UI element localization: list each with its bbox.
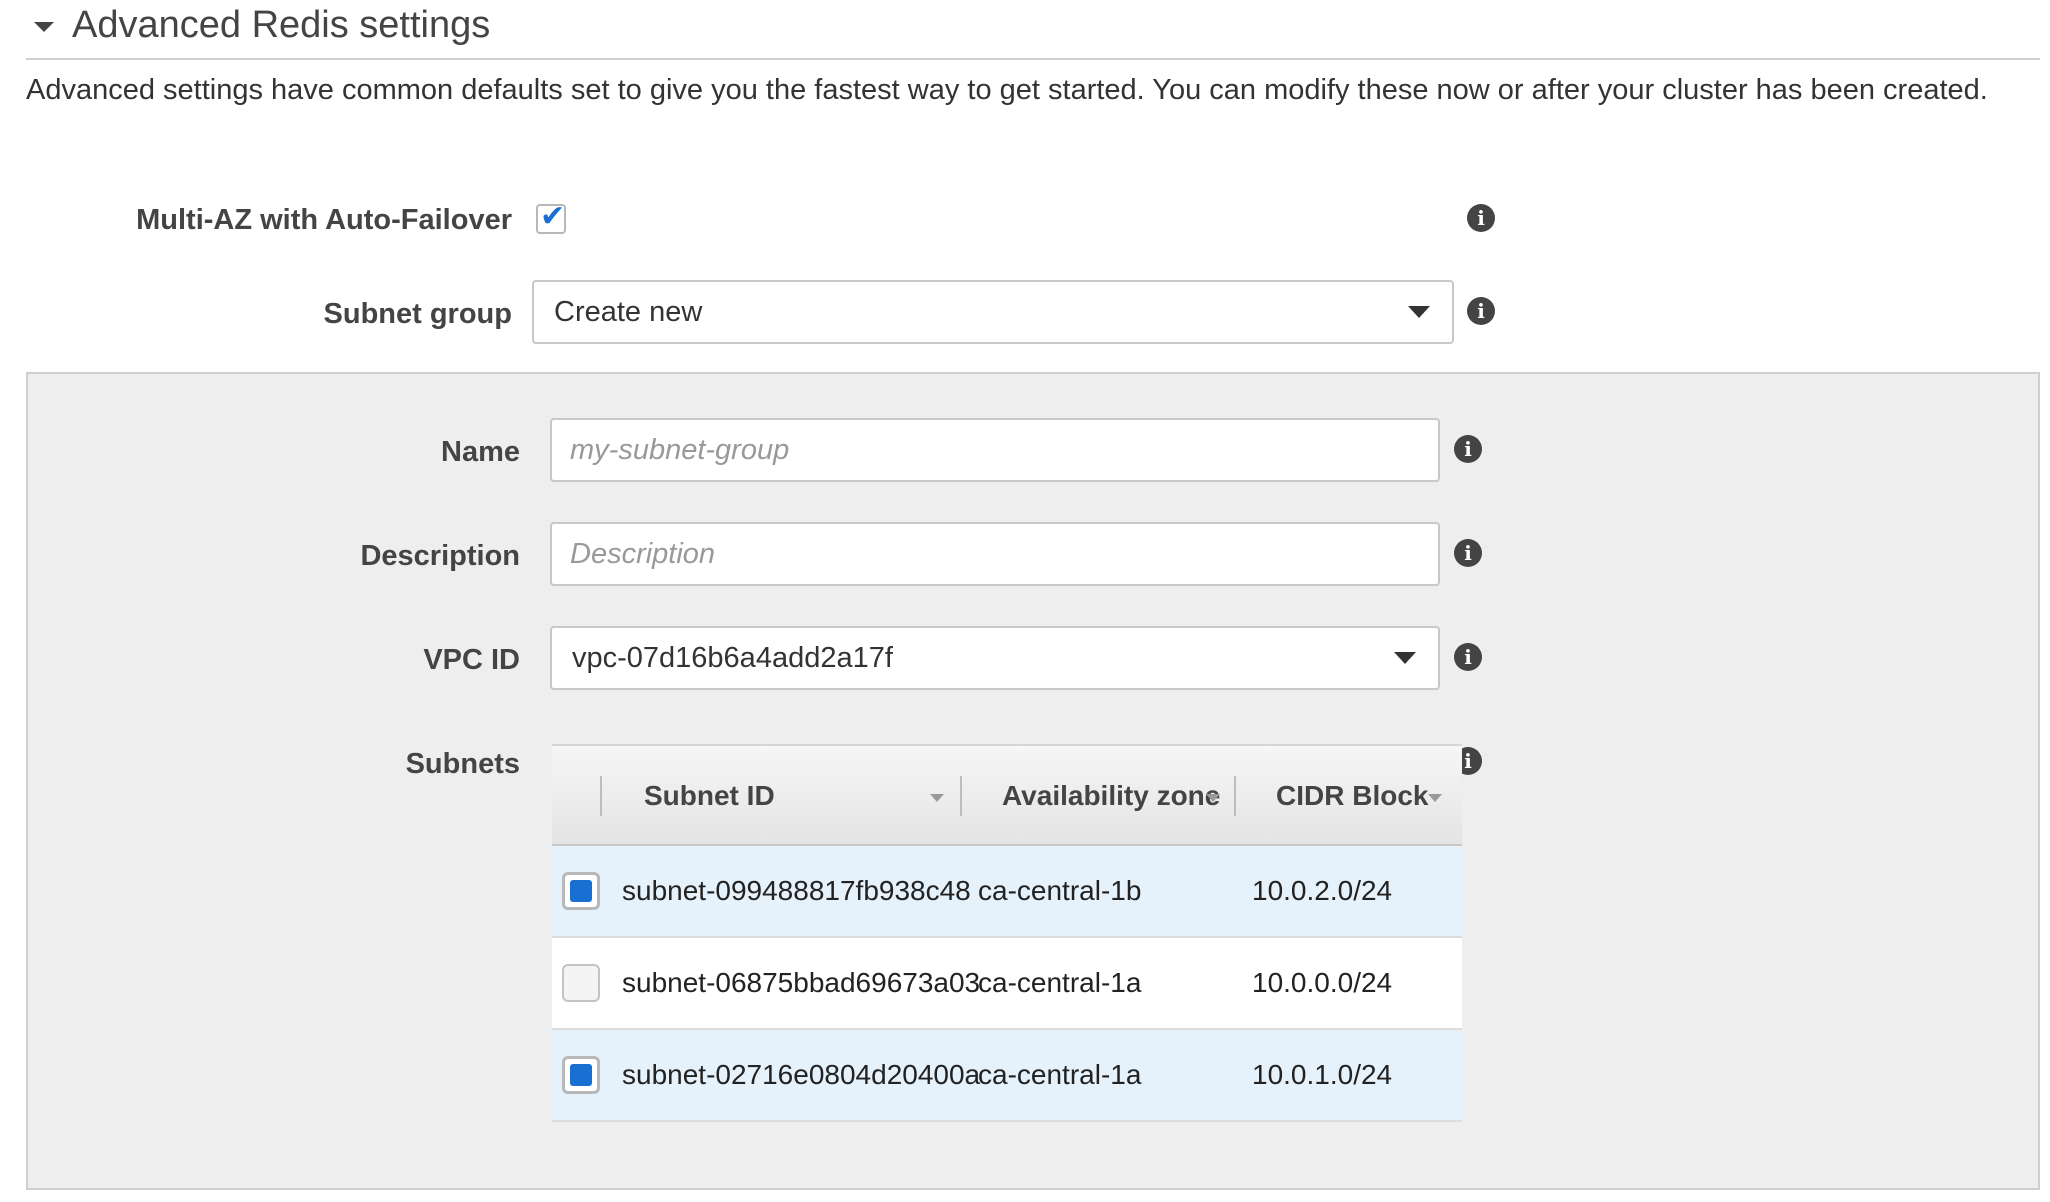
info-icon[interactable]: i xyxy=(1467,204,1495,232)
table-row[interactable]: subnet-06875bbad69673a03 ca-central-1a 1… xyxy=(552,938,1462,1030)
sort-caret-icon[interactable] xyxy=(930,794,944,802)
vpc-id-label: VPC ID xyxy=(423,644,520,676)
name-label: Name xyxy=(441,436,520,468)
info-icon[interactable]: i xyxy=(1454,643,1482,671)
vpc-id-value: vpc-07d16b6a4add2a17f xyxy=(572,641,893,674)
column-header-subnet-id[interactable]: Subnet ID xyxy=(644,746,775,846)
cidr-block-cell: 10.0.2.0/24 xyxy=(1252,875,1393,906)
section-description: Advanced settings have common defaults s… xyxy=(26,74,1988,106)
column-divider xyxy=(600,776,602,816)
name-input[interactable] xyxy=(550,418,1440,482)
row-checkbox[interactable] xyxy=(562,872,600,910)
dropdown-arrow-icon xyxy=(1394,652,1416,664)
sort-caret-icon[interactable] xyxy=(1428,794,1442,802)
info-icon[interactable]: i xyxy=(1454,539,1482,567)
subnet-group-label: Subnet group xyxy=(323,298,512,330)
info-icon[interactable]: i xyxy=(1454,435,1482,463)
dropdown-arrow-icon xyxy=(1408,306,1430,318)
row-checkbox[interactable] xyxy=(562,1056,600,1094)
column-divider xyxy=(1234,776,1236,816)
column-divider xyxy=(960,776,962,816)
row-checkbox[interactable] xyxy=(562,964,600,1002)
cidr-block-cell: 10.0.1.0/24 xyxy=(1252,1059,1393,1090)
section-divider xyxy=(26,58,2040,60)
collapse-caret-icon[interactable] xyxy=(34,22,54,32)
subnet-id-cell: subnet-099488817fb938c48 xyxy=(622,875,971,906)
column-header-cidr-block[interactable]: CIDR Block xyxy=(1276,746,1428,846)
subnet-group-value: Create new xyxy=(554,295,703,328)
subnet-id-cell: subnet-02716e0804d20400a xyxy=(622,1059,981,1090)
availability-zone-cell: ca-central-1a xyxy=(978,967,1142,998)
subnets-label: Subnets xyxy=(405,748,520,780)
table-header: Subnet ID Availability zone CIDR Block xyxy=(552,744,1462,846)
vpc-id-select[interactable]: vpc-07d16b6a4add2a17f xyxy=(550,626,1440,690)
availability-zone-cell: ca-central-1a xyxy=(978,1059,1142,1090)
description-input[interactable] xyxy=(550,522,1440,586)
description-label: Description xyxy=(360,540,520,572)
section-title[interactable]: Advanced Redis settings xyxy=(72,4,490,47)
table-row[interactable]: subnet-099488817fb938c48 ca-central-1b 1… xyxy=(552,846,1462,938)
info-icon[interactable]: i xyxy=(1467,297,1495,325)
sort-caret-icon[interactable] xyxy=(1206,794,1220,802)
multi-az-checkbox[interactable]: ✔ xyxy=(536,200,566,234)
availability-zone-cell: ca-central-1b xyxy=(978,875,1142,906)
subnet-id-cell: subnet-06875bbad69673a03 xyxy=(622,967,981,998)
table-row[interactable]: subnet-02716e0804d20400a ca-central-1a 1… xyxy=(552,1030,1462,1122)
column-header-availability-zone[interactable]: Availability zone xyxy=(1002,746,1220,846)
multi-az-label: Multi-AZ with Auto-Failover xyxy=(136,204,512,236)
checkmark-icon: ✔ xyxy=(540,200,566,233)
cidr-block-cell: 10.0.0.0/24 xyxy=(1252,967,1393,998)
subnet-group-select[interactable]: Create new xyxy=(532,280,1454,344)
